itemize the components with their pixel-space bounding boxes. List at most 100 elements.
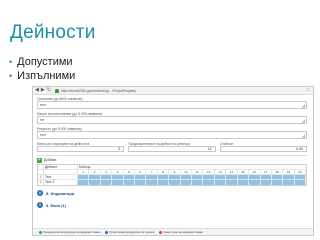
bullet-text: Изпълними xyxy=(17,70,76,82)
resize-grip-icon[interactable]: ◢ xyxy=(302,134,305,138)
amount-input[interactable]: 0.00 xyxy=(219,146,307,152)
week-cell[interactable] xyxy=(249,180,261,185)
forward-arrow-icon[interactable]: ▶ xyxy=(41,88,45,93)
footer-label: Принтиране формуляра за грешки xyxy=(109,230,155,234)
footer-action-bar: Проверка на формуляра за кандидатстване … xyxy=(33,228,313,235)
header-month-label: Месеци xyxy=(79,165,91,169)
week-cell[interactable] xyxy=(271,175,284,179)
week-cell[interactable] xyxy=(214,180,227,185)
duration-input[interactable]: 12 xyxy=(128,146,216,152)
week-cell[interactable] xyxy=(271,180,284,185)
start-month-input[interactable]: 5 xyxy=(37,146,125,152)
week-header-cell: 20 xyxy=(295,170,307,174)
week-cell[interactable] xyxy=(203,175,215,179)
screenshot-panel: ◀ ▶ ↻ https://eumis2020.government.bg/…/… xyxy=(32,86,314,236)
week-cell[interactable] xyxy=(169,175,181,179)
result-textarea[interactable]: тест ◢ xyxy=(37,131,307,139)
clock-icon xyxy=(159,230,163,234)
reload-icon[interactable]: ↻ xyxy=(47,88,51,93)
description-value: тест xyxy=(40,103,47,107)
week-cell[interactable] xyxy=(157,175,170,179)
method-value: тот xyxy=(40,118,45,122)
week-header-cells: 1 2 3 4 5 6 7 8 9 10 11 12 13 14 15 16 17 18 19 20 xyxy=(78,170,307,174)
week-cell[interactable] xyxy=(123,175,136,179)
week-cell[interactable] xyxy=(260,175,272,179)
header-activity-cell: Дейност xyxy=(44,165,78,169)
week-cell[interactable] xyxy=(78,175,90,179)
slide-title: Дейности xyxy=(10,22,96,43)
week-cell[interactable] xyxy=(180,175,193,179)
check-form-button[interactable]: Проверка на формуляра за кандидатстване xyxy=(39,230,100,234)
bullet-dot-icon: • xyxy=(9,57,13,67)
week-cell[interactable] xyxy=(192,180,204,185)
week-cell[interactable] xyxy=(169,180,181,185)
lock-icon xyxy=(54,88,59,93)
result-value: тест xyxy=(40,133,47,137)
bullet-dot-icon: • xyxy=(9,71,13,81)
address-bar[interactable]: https://eumis2020.government.bg/…/Projec… xyxy=(61,89,136,93)
week-cell[interactable] xyxy=(226,175,238,179)
week-cell[interactable] xyxy=(283,180,295,185)
bullet-text: Допустими xyxy=(17,56,73,68)
week-cell[interactable] xyxy=(89,180,101,185)
week-cell[interactable] xyxy=(226,180,238,185)
week-cell[interactable] xyxy=(249,175,261,179)
row-week-cells xyxy=(78,175,307,179)
section-team[interactable]: 9 9. Екип (1) xyxy=(37,200,307,210)
week-cell[interactable] xyxy=(112,180,124,185)
week-header-cell: 5 xyxy=(124,170,136,174)
week-cell[interactable] xyxy=(283,175,295,179)
browser-toolbar: ◀ ▶ ↻ https://eumis2020.government.bg/…/… xyxy=(33,87,313,95)
activity-timeline-table: Дейност Месеци 1 2 3 4 5 6 7 8 9 10 11 12 13 14 15 16 17… xyxy=(37,164,307,186)
resize-grip-icon[interactable]: ◢ xyxy=(302,119,305,123)
week-header-cell: 16 xyxy=(249,170,261,174)
week-cell[interactable] xyxy=(78,180,90,185)
week-cell[interactable] xyxy=(214,175,227,179)
week-header-cell: 18 xyxy=(272,170,284,174)
week-cell[interactable] xyxy=(100,175,113,179)
week-header-cell: 10 xyxy=(181,170,193,174)
week-header-cell: 7 xyxy=(146,170,158,174)
method-textarea[interactable]: тот ◢ xyxy=(37,116,307,124)
week-cell[interactable] xyxy=(203,180,215,185)
table-row[interactable]: 2 Тест 2 xyxy=(38,180,307,185)
week-header-cell: 4 xyxy=(112,170,124,174)
header-activity-cell xyxy=(44,170,78,174)
week-cell[interactable] xyxy=(135,175,147,179)
bullet-list: • Допустими • Изпълними xyxy=(9,55,75,83)
week-cell[interactable] xyxy=(100,180,113,185)
footer-label: Проверка на формуляра за кандидатстване xyxy=(43,230,101,234)
week-header-cell: 15 xyxy=(238,170,250,174)
row-activity-name: Тест 2 xyxy=(44,180,78,185)
description-textarea[interactable]: тест ◢ xyxy=(37,101,307,109)
bookmark-star-icon[interactable]: ☆ xyxy=(306,88,310,93)
start-month-group: Месец на стартиране на дейността 5 xyxy=(37,142,125,152)
week-cell[interactable] xyxy=(294,180,307,185)
week-cell[interactable] xyxy=(180,180,193,185)
week-header-cell: 19 xyxy=(283,170,295,174)
week-cell[interactable] xyxy=(135,180,147,185)
plus-icon[interactable]: + xyxy=(37,157,42,163)
week-cell[interactable] xyxy=(89,175,101,179)
back-arrow-icon[interactable]: ◀ xyxy=(35,88,39,93)
row-week-cells xyxy=(78,180,307,185)
week-cell[interactable] xyxy=(146,175,158,179)
print-errors-button[interactable]: Принтиране формуляра за грешки xyxy=(105,230,154,234)
week-header-cell: 6 xyxy=(135,170,147,174)
week-cell[interactable] xyxy=(237,180,250,185)
add-button[interactable]: Добави xyxy=(44,158,56,162)
deadline-info: Краен срок за кандидатстване xyxy=(159,230,203,234)
week-cell[interactable] xyxy=(146,180,158,185)
week-cell[interactable] xyxy=(112,175,124,179)
week-cell[interactable] xyxy=(260,180,272,185)
week-header-cell: 3 xyxy=(101,170,113,174)
numbers-row: Месец на стартиране на дейността 5 Продъ… xyxy=(37,142,307,152)
week-cell[interactable] xyxy=(157,180,170,185)
week-cell[interactable] xyxy=(123,180,136,185)
resize-grip-icon[interactable]: ◢ xyxy=(302,104,305,108)
week-cell[interactable] xyxy=(294,175,307,179)
week-cell[interactable] xyxy=(237,175,250,179)
week-cell[interactable] xyxy=(192,175,204,179)
section-indicators[interactable]: 8 8. Индикатори xyxy=(37,188,307,198)
duration-group: Продължителност на дейността (месеци) 12 xyxy=(128,142,216,152)
